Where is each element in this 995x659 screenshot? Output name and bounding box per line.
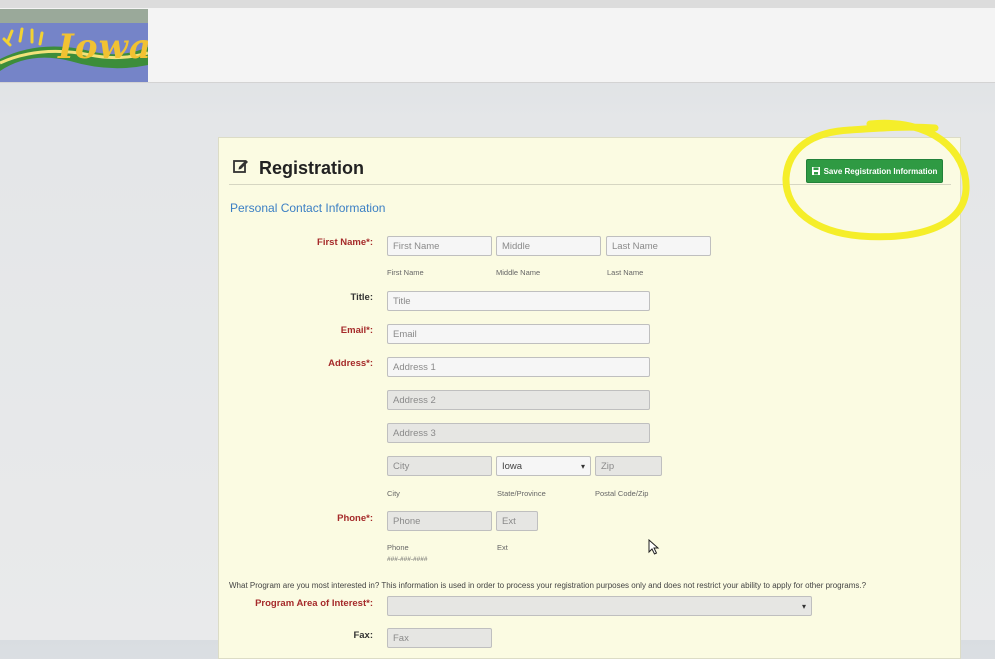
zip-input[interactable]: [595, 456, 662, 476]
save-registration-button[interactable]: Save Registration Information: [806, 159, 943, 183]
chevron-down-icon: ▾: [801, 601, 806, 611]
state-select-value: Iowa: [502, 460, 523, 472]
save-button-label: Save Registration Information: [823, 166, 938, 176]
program-area-label: Program Area of Interest*:: [255, 598, 373, 609]
floppy-disk-icon: [811, 167, 820, 175]
first-name-hint: First Name: [387, 268, 424, 277]
fax-label: Fax:: [353, 630, 373, 641]
last-name-hint: Last Name: [607, 268, 644, 277]
phone-label: Phone*:: [337, 513, 373, 524]
mouse-cursor-icon: [648, 539, 660, 555]
phone-ext-input[interactable]: [496, 511, 538, 531]
phone-input[interactable]: [387, 511, 492, 531]
section-heading: Personal Contact Information: [230, 201, 386, 215]
state-select[interactable]: Iowa ▾: [496, 456, 591, 476]
page-title: Registration: [259, 158, 365, 178]
program-question-text: What Program are you most interested in?…: [229, 581, 867, 590]
zip-hint: Postal Code/Zip: [595, 489, 649, 498]
logo-text: Iowa: [58, 27, 148, 67]
chevron-down-icon: ▾: [580, 461, 585, 471]
phone-hint: Phone: [387, 543, 409, 552]
last-name-input[interactable]: [606, 236, 711, 256]
middle-name-input[interactable]: [496, 236, 601, 256]
iowa-logo[interactable]: Iowa: [0, 9, 148, 82]
title-divider: [229, 184, 951, 185]
city-input[interactable]: [387, 456, 492, 476]
address-label: Address*:: [328, 358, 373, 369]
fax-input[interactable]: [387, 628, 492, 648]
registration-panel: Registration Save Registration Informati…: [218, 137, 961, 659]
title-input[interactable]: [387, 291, 650, 311]
email-label: Email*:: [340, 325, 373, 336]
first-name-input[interactable]: [387, 236, 492, 256]
ext-hint: Ext: [497, 543, 508, 552]
address-line2-input[interactable]: [387, 390, 650, 410]
phone-format-hint: ###-###-####: [387, 556, 428, 563]
program-area-select[interactable]: ▾: [387, 596, 812, 616]
header-top-strip: [0, 0, 995, 8]
address-line3-input[interactable]: [387, 423, 650, 443]
header-bar: [0, 0, 995, 83]
state-hint: State/Province: [497, 489, 546, 498]
title-label: Title:: [350, 292, 373, 303]
middle-name-hint: Middle Name: [496, 268, 541, 277]
address-line1-input[interactable]: [387, 357, 650, 377]
email-input[interactable]: [387, 324, 650, 344]
edit-icon: [233, 160, 248, 173]
city-hint: City: [387, 489, 400, 498]
first-name-label: First Name*:: [317, 237, 373, 248]
